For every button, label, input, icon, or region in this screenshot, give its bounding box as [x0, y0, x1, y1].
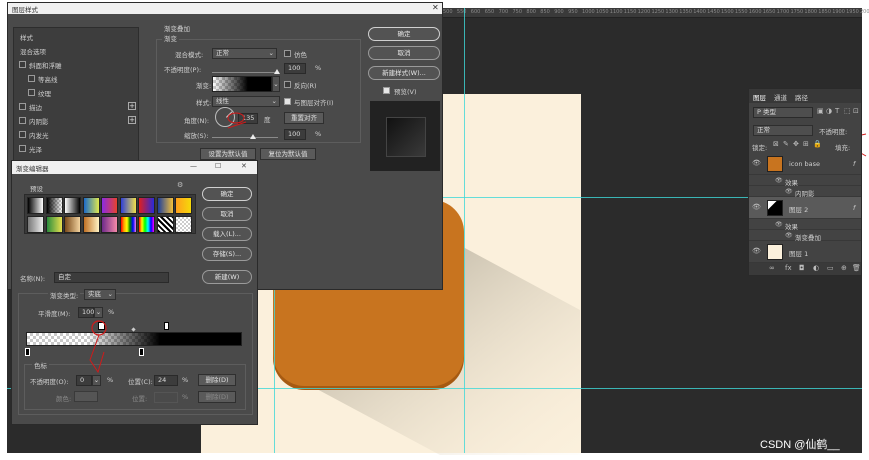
layers-list: 👁 icon base f 👁 效果 👁 内阴影 👁 图层 2 f 👁 效果 👁 渐变叠加 👁 图层 1 — [749, 153, 861, 263]
visibility-eye-icon[interactable]: 👁 — [752, 247, 761, 256]
folder-icon[interactable]: ▭ — [827, 264, 834, 273]
red-annotation-marks — [89, 112, 867, 374]
layers-tab[interactable]: 路径 — [795, 92, 808, 102]
layer-name[interactable]: icon base — [789, 160, 820, 168]
trash-icon[interactable]: 🗑 — [852, 264, 861, 273]
layers-footer: ∞ fx ◘ ◐ ▭ ⊕ 🗑 — [749, 263, 861, 275]
new-layer-icon[interactable]: ⊕ — [841, 264, 847, 273]
filter-type-icon[interactable]: T — [835, 107, 839, 116]
layer-row[interactable]: 👁 icon base f — [749, 153, 861, 175]
layer-row[interactable]: 👁 效果 — [749, 219, 861, 231]
lock-artboard-icon[interactable]: ⊞ — [803, 140, 809, 149]
layer-thumbnail — [767, 200, 783, 216]
lock-icons: ⊠ ✎ ✥ ⊞ 🔒 — [773, 140, 833, 151]
effect-eye-icon[interactable]: 👁 — [775, 176, 783, 185]
layers-tabs-bar: 图层 通道 路径 — [749, 89, 861, 103]
layer-fx-icon[interactable]: f — [853, 160, 855, 168]
lock-label: 锁定: — [752, 144, 768, 152]
layer-thumbnail — [767, 244, 783, 260]
layer-filter-icons: ▣ ◑ T ⬚ ⊡ — [817, 107, 861, 118]
filter-adjust-icon[interactable]: ◑ — [826, 107, 832, 116]
lock-pixels-icon[interactable]: ⊠ — [773, 140, 779, 149]
filter-smart-icon[interactable]: ⊡ — [853, 107, 859, 116]
visibility-eye-icon[interactable]: 👁 — [752, 203, 761, 212]
layers-panel: 图层 通道 路径 P 类型 ▣ ◑ T ⬚ ⊡ 正常 不透明度: 锁定: ⊠ ✎ ✥… — [748, 88, 862, 276]
filter-image-icon[interactable]: ▣ — [817, 107, 824, 116]
watermark: CSDN @仙鹤__ — [760, 439, 840, 451]
mask-icon[interactable]: ◘ — [799, 264, 805, 273]
fx-icon[interactable]: fx — [785, 264, 792, 273]
adjustment-icon[interactable]: ◐ — [813, 264, 819, 273]
effect-eye-icon[interactable]: 👁 — [785, 231, 793, 240]
lock-move-icon[interactable]: ✥ — [793, 140, 799, 149]
layer-row[interactable]: 👁 效果 — [749, 175, 861, 187]
layer-opacity-label: 不透明度: — [819, 128, 848, 136]
visibility-eye-icon[interactable]: 👁 — [752, 159, 761, 168]
layer-blend-select[interactable]: 正常 — [753, 125, 813, 136]
layer-name[interactable]: 图层 1 — [789, 248, 808, 258]
layer-row[interactable]: 👁 内阴影 — [749, 186, 861, 198]
lock-all-icon[interactable]: 🔒 — [813, 140, 822, 149]
link-icon[interactable]: ∞ — [769, 264, 775, 273]
layer-row[interactable]: 👁 图层 2 f — [749, 197, 861, 219]
layer-thumbnail — [767, 156, 783, 172]
layers-tab[interactable]: 通道 — [774, 92, 787, 102]
layer-fx-icon[interactable]: f — [853, 204, 855, 212]
layer-row[interactable]: 👁 图层 1 — [749, 241, 861, 263]
layers-search-input[interactable]: P 类型 — [753, 107, 813, 118]
fill-label: 填充: — [835, 144, 851, 152]
layers-tab[interactable]: 图层 — [753, 92, 766, 102]
effect-eye-icon[interactable]: 👁 — [775, 220, 783, 229]
layer-row[interactable]: 👁 渐变叠加 — [749, 230, 861, 242]
layer-name[interactable]: 图层 2 — [789, 204, 808, 214]
effect-eye-icon[interactable]: 👁 — [785, 187, 793, 196]
filter-shape-icon[interactable]: ⬚ — [844, 107, 851, 116]
lock-paint-icon[interactable]: ✎ — [783, 140, 789, 149]
